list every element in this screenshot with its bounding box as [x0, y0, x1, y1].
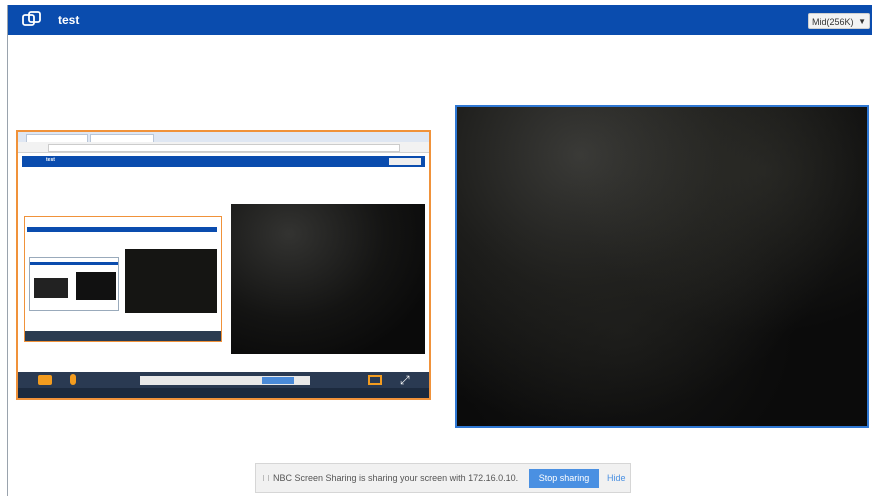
preview-address-bar: [18, 142, 429, 153]
preview-remote-video: [231, 204, 425, 354]
preview-url-field: [48, 144, 400, 152]
hide-notification-link[interactable]: Hide: [607, 473, 626, 483]
quality-select[interactable]: Mid(256K) ▼: [808, 13, 870, 29]
chevron-down-icon: ▼: [858, 17, 866, 26]
nested-sub-video: [76, 272, 116, 300]
microphone-icon[interactable]: [70, 374, 76, 385]
remote-video[interactable]: [455, 105, 869, 428]
nested-remote-video: [125, 249, 217, 313]
nested-sub-header: [30, 262, 118, 265]
drag-handle-icon[interactable]: [263, 475, 269, 481]
nested-taskbar: [25, 331, 221, 341]
nested-header: [27, 227, 217, 232]
header-bar: test Mid(256K) ▼: [8, 5, 872, 35]
preview-header: test: [22, 156, 425, 167]
preview-nested-local-video: [24, 216, 222, 342]
preview-share-notice: [140, 376, 310, 385]
fullscreen-icon[interactable]: ⤢: [400, 374, 410, 386]
page-title: test: [58, 13, 80, 27]
nested-sub-video: [34, 278, 68, 298]
share-notification-bar: NBC Screen Sharing is sharing your scree…: [255, 463, 631, 493]
local-video-preview[interactable]: test ⤢: [16, 130, 431, 400]
preview-browser-tabs: [18, 132, 429, 143]
preview-title: test: [46, 157, 55, 163]
chat-bubbles-icon[interactable]: [22, 11, 42, 29]
preview-stop-button: [262, 377, 294, 384]
preview-taskbar: [18, 388, 429, 398]
screen-share-icon[interactable]: [368, 375, 382, 385]
nested-preview: [29, 257, 119, 311]
quality-select-value: Mid(256K): [812, 17, 854, 27]
preview-toolbar: ⤢: [18, 372, 429, 398]
share-notification-message: NBC Screen Sharing is sharing your scree…: [273, 473, 519, 483]
stop-sharing-button[interactable]: Stop sharing: [529, 469, 599, 488]
preview-quality-select: [389, 158, 421, 165]
camera-icon[interactable]: [38, 375, 52, 385]
